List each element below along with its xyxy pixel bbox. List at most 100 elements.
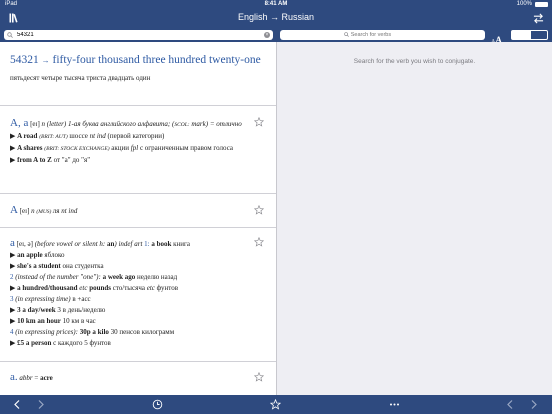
status-bar: iPad 8:41 AM 100% — [0, 0, 552, 9]
forward-icon[interactable] — [528, 399, 539, 410]
arrow-glyph: → — [41, 56, 50, 65]
single-pane-icon[interactable] — [512, 31, 530, 39]
entry-line: ▶ she's a student она студентка — [10, 262, 104, 270]
entry-a-article[interactable]: a [eɪ, ə] (before vowel or silent h: an)… — [0, 228, 276, 362]
entry-line: ▶ a hundred/thousand etc pounds сто/тыся… — [10, 284, 179, 292]
favorite-star-icon[interactable] — [254, 237, 264, 247]
gloss: (in expressing prices): — [13, 328, 80, 336]
back-icon[interactable] — [12, 399, 23, 410]
entry-line: A, a [eɪ] n (letter) 1-ая буква английск… — [10, 118, 252, 131]
entry-line: ▶ from A to Z от "а" до "я" — [10, 156, 91, 164]
entry-line: ▶ A road (BRIT: AUT) шоссе nt ind (перво… — [10, 132, 165, 140]
phrase: from A to Z — [17, 156, 52, 164]
entry-line: ▶ an apple яблоко — [10, 251, 65, 259]
entry-a-letter[interactable]: A, a [eɪ] n (letter) 1-ая буква английск… — [0, 106, 276, 194]
translation: в +acc — [72, 295, 91, 303]
search-icon — [344, 31, 350, 37]
phrase: a week ago — [102, 273, 136, 281]
phonetic: [eɪ] — [19, 207, 32, 215]
forward-icon[interactable] — [35, 399, 46, 410]
entry-line: ▶ 10 km an hour 10 км в час — [10, 317, 96, 325]
label: (letter) — [46, 120, 68, 128]
entry-a-abbr[interactable]: a. abbr = acre — [0, 362, 276, 395]
translation: (первой категории) — [105, 132, 165, 140]
clock: 8:41 AM — [264, 1, 288, 7]
entry-line: A [eɪ] n (MUS) ля nt ind — [10, 205, 252, 218]
number-result[interactable]: 54321 → fifty-four thousand three hundre… — [0, 42, 276, 106]
pos: indef art — [118, 240, 145, 248]
phrase: she's a student — [17, 262, 61, 270]
translation: яблоко — [44, 251, 65, 259]
number-translation: пятьдесят четыре тысяча триста двадцать … — [10, 74, 151, 82]
pos: abbr — [19, 374, 33, 382]
headword: a — [10, 237, 15, 249]
entry-a-music[interactable]: A [eɪ] n (MUS) ля nt ind — [0, 194, 276, 228]
phrase: A shares — [17, 144, 43, 152]
translation: шоссе — [69, 132, 90, 140]
domain-label: (MUS) — [36, 209, 53, 215]
gloss: etc — [146, 284, 155, 292]
favorite-star-icon[interactable] — [254, 205, 264, 215]
swap-languages-icon[interactable] — [533, 13, 544, 24]
translation: акции — [111, 144, 131, 152]
number-headline: 54321 → fifty-four thousand three hundre… — [10, 53, 266, 68]
entry-line: a. abbr = acre — [10, 372, 252, 384]
headword: a. — [10, 371, 18, 383]
conjugation-hint: Search for the verb you wish to conjugat… — [353, 58, 476, 65]
verb-search[interactable] — [280, 30, 485, 40]
translation: фунтов — [154, 284, 179, 292]
back-icon[interactable] — [505, 399, 516, 410]
entry-line: ▶ 3 a day/week 3 в день/неделю — [10, 306, 106, 314]
gloss: (instead of the number "one"): — [13, 273, 103, 281]
phonetic: [eɪ] — [30, 120, 42, 128]
phrase: A road — [17, 132, 38, 140]
history-icon[interactable] — [152, 399, 163, 410]
translation: сто/тысяча — [110, 284, 147, 292]
search-icon — [7, 32, 13, 38]
number-value: 54321 — [10, 54, 39, 66]
battery-icon — [535, 2, 548, 7]
conjugation-pane: Search for the verb you wish to conjugat… — [277, 42, 552, 395]
translation: с каждого 5 фунтов — [53, 339, 111, 347]
search-row: × AA — [0, 29, 552, 45]
favorites-icon[interactable] — [270, 399, 281, 410]
favorite-star-icon[interactable] — [254, 117, 264, 127]
gloss: mark) = отлично — [189, 120, 242, 128]
gloss: (in expressing time) — [13, 295, 73, 303]
split-pane-icon[interactable] — [530, 31, 548, 39]
bottom-toolbar — [0, 395, 552, 414]
entry-line: ▶ £5 a person с каждого 5 фунтов — [10, 339, 111, 347]
gloss: 1-ая буква английского алфавита; ( — [67, 120, 175, 128]
translation: она студентка — [62, 262, 104, 270]
phonetic: [eɪ, ə] — [16, 240, 35, 248]
translation: с ограниченным правом голоса — [138, 144, 233, 152]
nav-bar: English → Russian — [0, 9, 552, 29]
phrase: 30p a kilo — [79, 328, 109, 336]
translation: 3 в день/неделю — [57, 306, 106, 314]
translation: ля — [52, 207, 62, 215]
battery-percent: 100% — [516, 1, 532, 7]
results-pane: 54321 → fifty-four thousand three hundre… — [0, 42, 276, 395]
phrase: an apple — [17, 251, 43, 259]
translation: 10 км в час — [62, 317, 96, 325]
phrase: 10 km an hour — [17, 317, 61, 325]
layout-switcher — [511, 30, 548, 40]
translation: 30 пенсов килограмм — [108, 328, 175, 336]
search-input[interactable] — [17, 30, 257, 40]
phrase: a hundred/thousand — [17, 284, 80, 292]
dictionary-search[interactable]: × — [4, 30, 273, 40]
clear-icon[interactable]: × — [264, 32, 270, 38]
entry-line: 3 (in expressing time) в +acc — [10, 294, 252, 305]
entry-line: ▶ A shares (BRIT: STOCK EXCHANGE) акции … — [10, 144, 233, 152]
more-icon[interactable] — [389, 399, 400, 410]
entry-line: 2 (instead of the number "one"): a week … — [10, 272, 252, 283]
phrase: pounds — [87, 284, 111, 292]
phrase: £5 a person — [17, 339, 52, 347]
verb-search-input[interactable] — [350, 32, 421, 38]
favorite-star-icon[interactable] — [254, 372, 264, 382]
phrase: a book — [151, 240, 172, 248]
equals: = — [32, 374, 41, 382]
translation: неделю назад — [135, 273, 178, 281]
headword: A, a — [10, 117, 29, 129]
entry-line: 4 (in expressing prices): 30p a kilo 30 … — [10, 327, 252, 338]
